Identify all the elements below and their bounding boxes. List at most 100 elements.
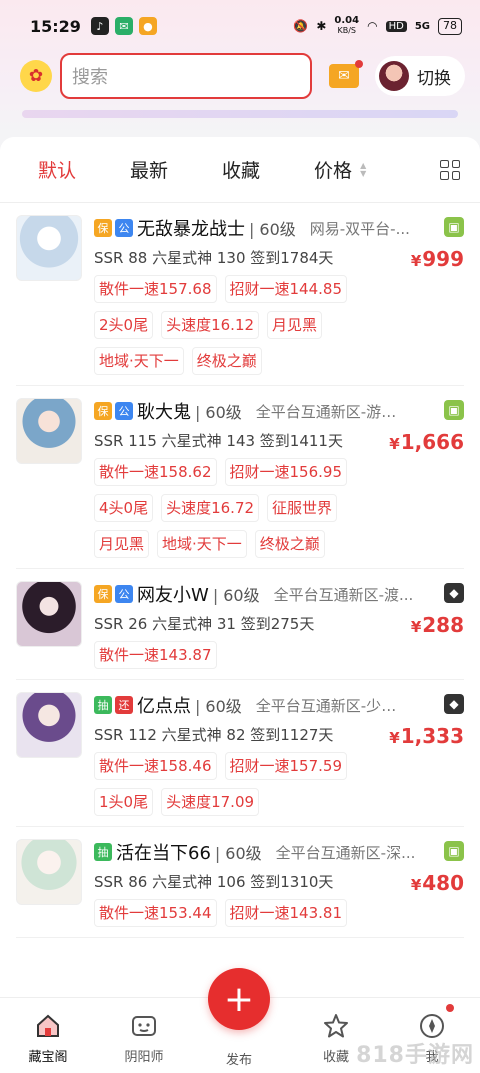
weibo-app-icon: ● bbox=[138, 17, 157, 35]
publish-label: 发布 bbox=[225, 1053, 252, 1068]
tag-guarantee: 保 bbox=[94, 402, 112, 420]
nav-onmyoji[interactable]: 阴阳师 bbox=[96, 998, 192, 1073]
tab-latest[interactable]: 最新 bbox=[130, 156, 168, 183]
price-value: 1,333 bbox=[400, 724, 464, 748]
tab-favorite[interactable]: 收藏 bbox=[222, 156, 260, 183]
tab-price[interactable]: 价格 ▲ ▼ bbox=[314, 156, 366, 183]
nav-favorites-label: 收藏 bbox=[322, 1050, 349, 1065]
attribute-chip: 月见黑 bbox=[94, 530, 150, 558]
character-thumbnail bbox=[16, 839, 82, 905]
switch-role-button[interactable]: 切换 bbox=[375, 56, 465, 96]
mute-icon: 🔕 bbox=[293, 19, 309, 33]
tab-default[interactable]: 默认 bbox=[38, 156, 76, 183]
item-price: ¥1,666 bbox=[389, 430, 464, 454]
bluetooth-icon: ✱ bbox=[316, 19, 327, 33]
list-item[interactable]: 抽 还 亿点点 60级 全平台互通新区-少时... SSR 112 六星式神 8… bbox=[16, 680, 464, 827]
character-thumbnail bbox=[16, 398, 82, 464]
attribute-chip: 散件一速158.46 bbox=[94, 752, 217, 780]
currency-symbol: ¥ bbox=[410, 618, 422, 636]
tag-public: 公 bbox=[115, 402, 133, 420]
tab-price-label: 价格 bbox=[314, 160, 353, 182]
attribute-chip: 月见黑 bbox=[267, 311, 323, 339]
item-chips: 散件一速153.44 招财一速143.81 bbox=[94, 899, 394, 927]
attribute-chip: 1头0尾 bbox=[94, 788, 154, 816]
item-name: 无敌暴龙战士 bbox=[137, 219, 245, 240]
top-header: ✿ 搜索 ✉ 切换 bbox=[0, 52, 480, 100]
currency-symbol: ¥ bbox=[410, 252, 422, 270]
status-app-icons: ♪ ✉ ● bbox=[90, 17, 157, 35]
net-speed-value: 0.04 bbox=[334, 15, 360, 26]
apple-icon: ◆ bbox=[444, 694, 464, 714]
net-speed: 0.04 KB/S bbox=[334, 16, 359, 36]
list-item[interactable]: 保 公 无敌暴龙战士 60级 网易-双平台-... SSR 88 六星式神 13… bbox=[16, 203, 464, 386]
music-app-icon: ♪ bbox=[90, 17, 109, 35]
main-panel: 默认 最新 收藏 价格 ▲▼ 保 公 无敌暴龙战士 60级 网易-双平台-...… bbox=[0, 137, 480, 997]
attribute-chip: 散件一速153.44 bbox=[94, 899, 217, 927]
star-icon bbox=[322, 1012, 350, 1040]
attribute-chip: 4头0尾 bbox=[94, 494, 154, 522]
android-icon: ▣ bbox=[444, 841, 464, 861]
item-level: 60级 bbox=[249, 216, 295, 240]
attribute-chip: 地域·天下一 bbox=[94, 347, 184, 375]
status-bar: 15:29 ♪ ✉ ● 🔕 ✱ 0.04 KB/S ◠ HD 5G 78 bbox=[0, 0, 480, 52]
nav-home[interactable]: 藏宝阁 bbox=[0, 998, 96, 1073]
attribute-chip: 地域·天下一 bbox=[157, 530, 247, 558]
home-icon bbox=[34, 1012, 62, 1040]
attribute-chip: 终极之巅 bbox=[254, 530, 325, 558]
app-logo-icon[interactable]: ✿ bbox=[20, 60, 52, 92]
item-name: 活在当下66 bbox=[116, 843, 211, 864]
list-item[interactable]: 抽 活在当下66 60级 全平台互通新区-深... SSR 86 六星式神 10… bbox=[16, 827, 464, 938]
item-chips: 散件一速143.87 bbox=[94, 641, 394, 669]
price-value: 1,666 bbox=[400, 430, 464, 454]
list-item[interactable]: 保 公 耿大鬼 60级 全平台互通新区-游梦... SSR 115 六星式神 1… bbox=[16, 386, 464, 569]
item-chips: 散件一速158.46 招财一速157.59 1头0尾 头速度17.09 bbox=[94, 752, 394, 816]
item-chips: 散件一速158.62 招财一速156.95 4头0尾 头速度16.72 征服世界… bbox=[94, 458, 394, 558]
tag-public: 公 bbox=[115, 219, 133, 237]
item-server: 全平台互通新区-少时... bbox=[255, 696, 406, 715]
tag-guarantee: 保 bbox=[94, 219, 112, 237]
item-price: ¥480 bbox=[411, 871, 464, 895]
game-icon bbox=[130, 1012, 158, 1040]
price-value: 999 bbox=[422, 247, 464, 271]
tag-draw: 抽 bbox=[94, 843, 112, 861]
item-server: 网易-双平台-... bbox=[309, 219, 410, 238]
item-level: 60级 bbox=[195, 693, 241, 717]
sort-tabs: 默认 最新 收藏 价格 ▲ ▼ bbox=[0, 137, 480, 203]
search-input[interactable]: 搜索 bbox=[60, 53, 312, 99]
item-desc: SSR 26 六星式神 31 签到275天 bbox=[94, 615, 315, 633]
signal-icon: 5G bbox=[414, 20, 430, 32]
attribute-chip: 头速度17.09 bbox=[161, 788, 260, 816]
list-item[interactable]: 保 公 网友小W 60级 全平台互通新区-渡... SSR 26 六星式神 31… bbox=[16, 569, 464, 680]
item-price: ¥1,333 bbox=[389, 724, 464, 748]
attribute-chip: 招财一速157.59 bbox=[224, 752, 347, 780]
avatar bbox=[379, 61, 409, 91]
wifi-icon: ◠ bbox=[367, 19, 378, 33]
item-level: 60级 bbox=[195, 399, 241, 423]
price-value: 288 bbox=[422, 613, 464, 637]
tag-guarantee: 保 bbox=[94, 585, 112, 603]
attribute-chip: 散件一速157.68 bbox=[94, 275, 217, 303]
android-icon: ▣ bbox=[444, 400, 464, 420]
item-chips: 散件一速157.68 招财一速144.85 2头0尾 头速度16.12 月见黑 … bbox=[94, 275, 394, 375]
battery-icon: 78 bbox=[438, 17, 462, 35]
item-desc: SSR 88 六星式神 130 签到1784天 bbox=[94, 249, 334, 267]
android-icon: ▣ bbox=[444, 217, 464, 237]
item-price: ¥999 bbox=[411, 247, 464, 271]
item-level: 60级 bbox=[213, 582, 259, 606]
status-time: 15:29 bbox=[30, 16, 81, 36]
item-level: 60级 bbox=[215, 840, 261, 864]
listing-list: 保 公 无敌暴龙战士 60级 网易-双平台-... SSR 88 六星式神 13… bbox=[0, 203, 480, 938]
attribute-chip: 2头0尾 bbox=[94, 311, 154, 339]
nav-home-label: 藏宝阁 bbox=[28, 1050, 68, 1065]
tag-draw: 抽 bbox=[94, 696, 112, 714]
switch-label: 切换 bbox=[417, 68, 451, 89]
banner-strip bbox=[22, 110, 458, 118]
character-thumbnail bbox=[16, 692, 82, 758]
currency-symbol: ¥ bbox=[410, 876, 422, 894]
publish-button[interactable]: + bbox=[208, 968, 270, 1030]
grid-view-icon[interactable] bbox=[440, 159, 460, 180]
mail-icon[interactable]: ✉ bbox=[329, 60, 363, 88]
item-name: 亿点点 bbox=[137, 696, 191, 717]
status-right: 🔕 ✱ 0.04 KB/S ◠ HD 5G 78 bbox=[293, 16, 462, 36]
sort-arrows-icon: ▲ ▼ bbox=[360, 160, 367, 178]
